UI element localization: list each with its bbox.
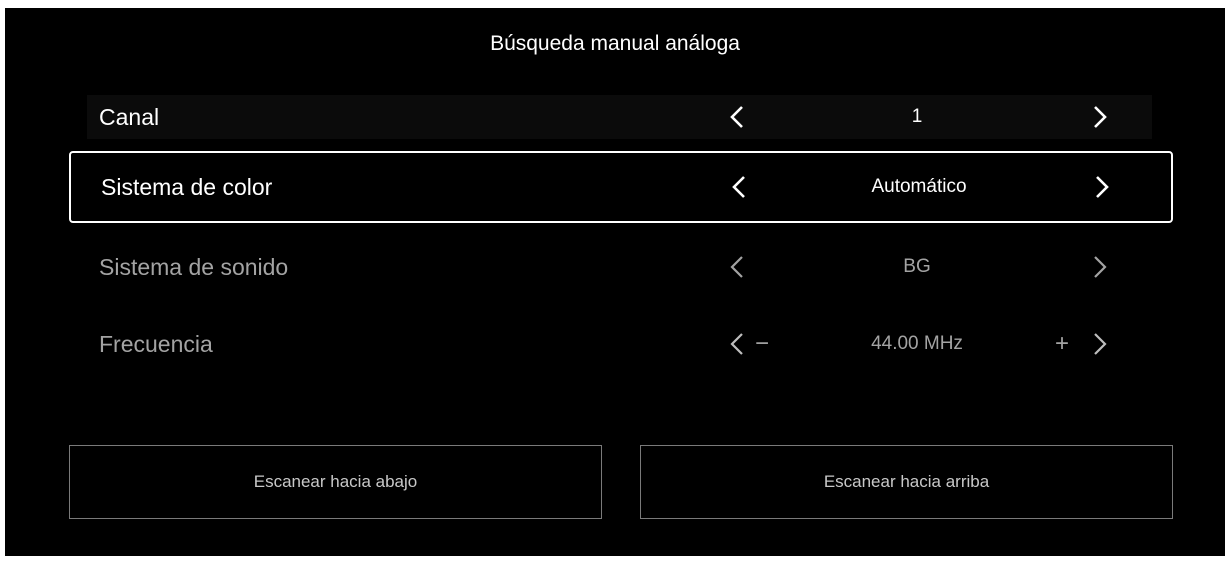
- setting-value-frecuencia: 44.00 MHz: [871, 333, 963, 354]
- setting-value-canal: 1: [911, 106, 923, 127]
- setting-value-sistema-color: Automático: [871, 176, 967, 197]
- chevron-right-icon[interactable]: [1085, 253, 1113, 281]
- setting-row-sistema-color[interactable]: Sistema de color Automático: [69, 151, 1173, 223]
- setting-row-sistema-sonido[interactable]: Sistema de sonido BG: [87, 245, 1152, 289]
- scan-down-button[interactable]: Escanear hacia abajo: [69, 445, 602, 519]
- chevron-left-icon[interactable]: [724, 103, 752, 131]
- setting-label-canal: Canal: [99, 104, 160, 130]
- setting-label-sistema-sonido: Sistema de sonido: [99, 254, 289, 280]
- plus-icon[interactable]: +: [1055, 322, 1069, 366]
- tv-screen: Búsqueda manual análoga Canal 1 Sistema …: [5, 8, 1225, 556]
- setting-label-sistema-color: Sistema de color: [101, 174, 273, 200]
- setting-row-frecuencia[interactable]: Frecuencia − 44.00 MHz +: [87, 322, 1152, 366]
- chevron-right-icon[interactable]: [1087, 173, 1115, 201]
- page-title: Búsqueda manual análoga: [490, 32, 740, 55]
- scan-up-button[interactable]: Escanear hacia arriba: [640, 445, 1173, 519]
- chevron-right-icon[interactable]: [1085, 330, 1113, 358]
- setting-row-canal[interactable]: Canal 1: [87, 95, 1152, 139]
- setting-label-frecuencia: Frecuencia: [99, 331, 213, 357]
- chevron-left-icon[interactable]: [724, 253, 752, 281]
- chevron-left-icon[interactable]: [726, 173, 754, 201]
- chevron-right-icon[interactable]: [1085, 103, 1113, 131]
- chevron-left-icon[interactable]: [724, 330, 752, 358]
- setting-value-sistema-sonido: BG: [903, 256, 931, 277]
